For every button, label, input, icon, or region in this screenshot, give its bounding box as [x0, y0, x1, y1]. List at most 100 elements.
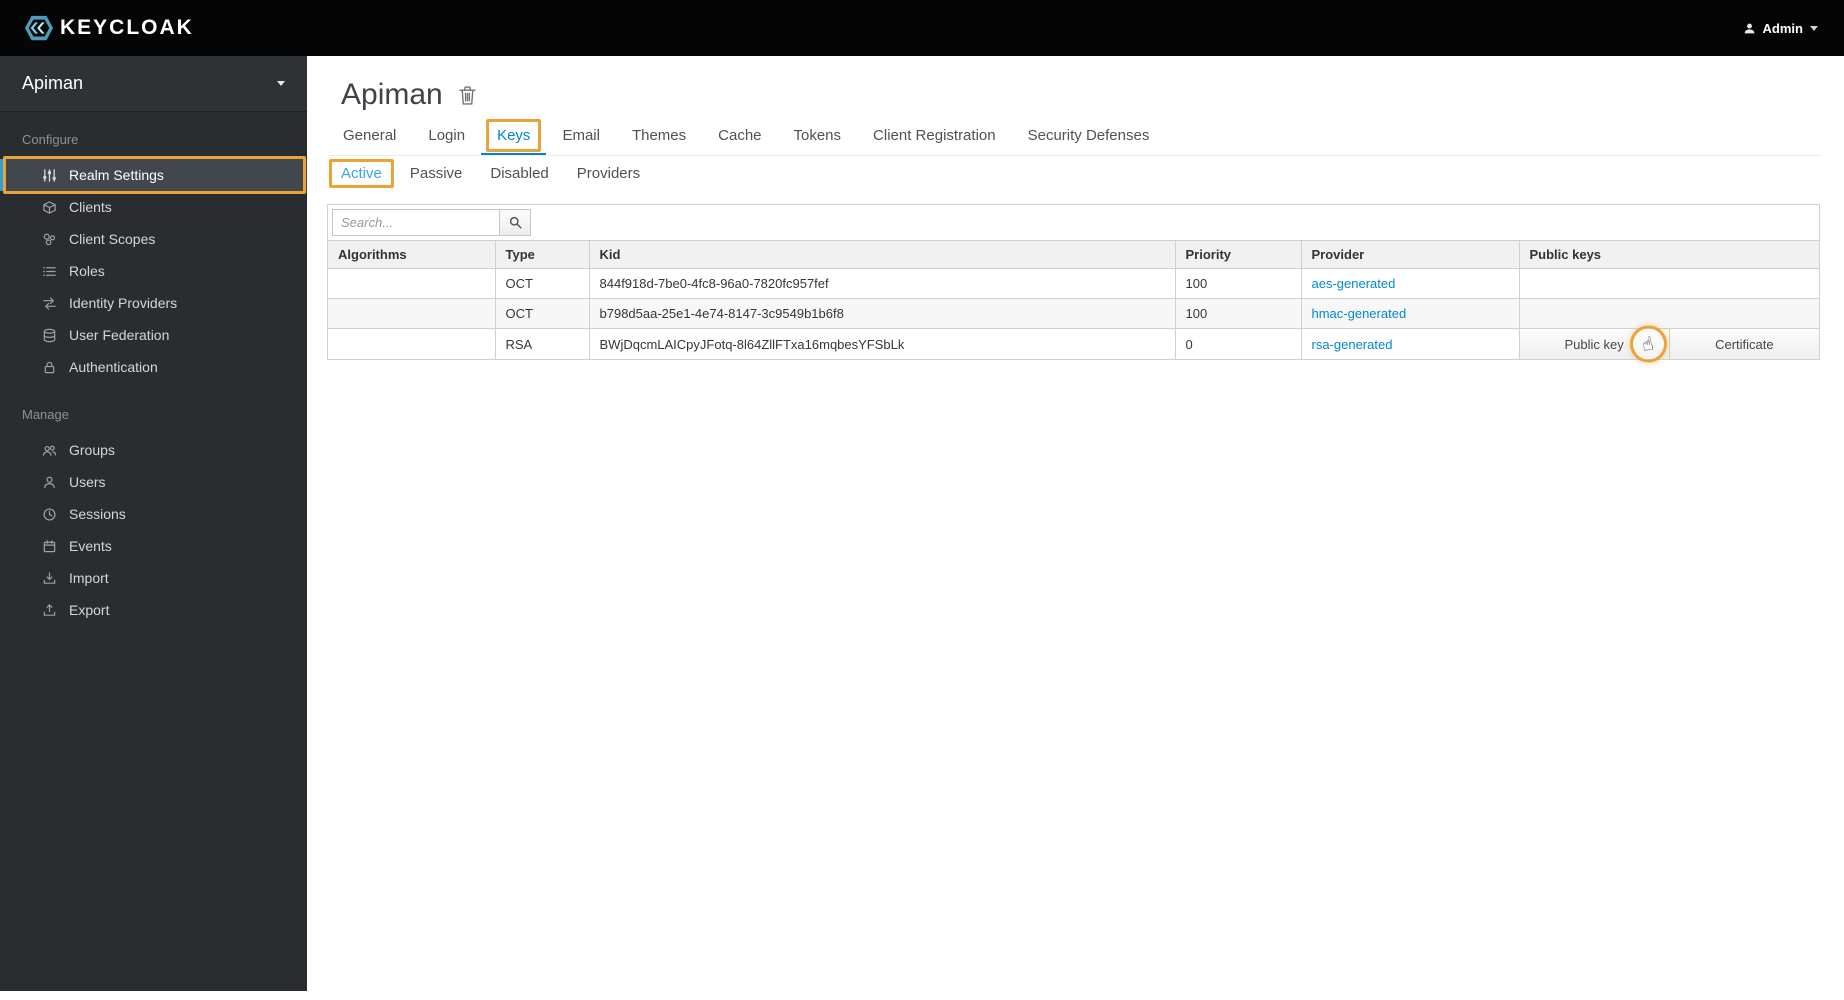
- subtab-label: Passive: [409, 165, 463, 182]
- main-content: Apiman General Login Keys Email Themes C…: [307, 56, 1844, 1000]
- certificate-button[interactable]: Certificate: [1668, 329, 1819, 359]
- topbar: KEYCLOAK Admin: [0, 0, 1844, 56]
- realm-name: Apiman: [22, 73, 84, 93]
- subtab-disabled[interactable]: Disabled: [476, 159, 562, 188]
- user-icon: [44, 476, 55, 488]
- cell-algorithms: [328, 328, 496, 359]
- sidebar-item-sessions[interactable]: Sessions: [0, 498, 307, 530]
- provider-link[interactable]: aes-generated: [1312, 276, 1396, 291]
- search-input[interactable]: [332, 209, 500, 236]
- col-header-kid: Kid: [588, 240, 1176, 269]
- sidebar-item-events[interactable]: Events: [0, 530, 307, 562]
- provider-link[interactable]: rsa-generated: [1312, 337, 1393, 352]
- sidebar-item-label: Sessions: [69, 506, 126, 522]
- sidebar-item-roles[interactable]: Roles: [0, 255, 307, 287]
- tab-email[interactable]: Email: [546, 118, 616, 155]
- subtab-label: Disabled: [490, 165, 549, 182]
- cell-priority: 100: [1174, 268, 1302, 299]
- sidebar-item-label: Client Scopes: [69, 231, 156, 247]
- cell-algorithms: [328, 268, 496, 299]
- cell-type: OCT: [494, 298, 590, 329]
- sidebar-item-label: Import: [69, 570, 109, 586]
- sidebar-item-label: Groups: [69, 442, 115, 458]
- user-icon: [1744, 23, 1754, 33]
- user-menu[interactable]: Admin: [1743, 21, 1818, 36]
- section-title-manage: Manage: [22, 407, 69, 422]
- cell-provider: rsa-generated: [1300, 328, 1520, 359]
- cube-icon: [43, 200, 56, 214]
- sidebar-item-identity-providers[interactable]: Identity Providers: [0, 287, 307, 319]
- sidebar-item-label: Roles: [69, 263, 105, 279]
- keycloak-logo-icon: [24, 15, 54, 41]
- realm-tabs: General Login Keys Email Themes Cache To…: [327, 118, 1820, 156]
- public-key-button[interactable]: Public key ☝: [1519, 325, 1669, 363]
- provider-link[interactable]: hmac-generated: [1312, 306, 1407, 321]
- sidebar-item-realm-settings[interactable]: Realm Settings: [0, 156, 307, 194]
- col-header-priority: Priority: [1174, 240, 1302, 269]
- sidebar-item-label: Identity Providers: [69, 295, 178, 311]
- tab-label: Tokens: [793, 127, 842, 144]
- col-header-type: Type: [494, 240, 590, 269]
- certificate-button-label: Certificate: [1715, 336, 1774, 352]
- table-header-row: Algorithms Type Kid Priority Provider Pu…: [328, 240, 1819, 269]
- subtab-passive[interactable]: Passive: [396, 159, 477, 188]
- tab-label: Keys: [497, 127, 531, 144]
- database-icon: [43, 328, 56, 342]
- public-key-actions: Public key ☝ Certificate: [1519, 325, 1819, 363]
- subtab-label: Providers: [576, 165, 641, 182]
- sidebar-item-label: Authentication: [69, 359, 158, 375]
- col-header-public-keys: Public keys: [1518, 240, 1819, 269]
- sidebar-item-label: Clients: [69, 199, 112, 215]
- tab-login[interactable]: Login: [412, 118, 481, 155]
- sidebar-item-user-federation[interactable]: User Federation: [0, 319, 307, 351]
- tab-security-defenses[interactable]: Security Defenses: [1012, 118, 1166, 155]
- sidebar-item-client-scopes[interactable]: Client Scopes: [0, 223, 307, 255]
- clock-icon: [43, 507, 56, 521]
- cell-public-keys: Public key ☝ Certificate: [1518, 325, 1819, 363]
- tab-themes[interactable]: Themes: [616, 118, 702, 155]
- col-header-algorithms: Algorithms: [328, 240, 496, 269]
- tab-keys[interactable]: Keys: [481, 118, 547, 155]
- table-row: OCT 844f918d-7be0-4fc8-96a0-7820fc957fef…: [328, 268, 1819, 299]
- sidebar-item-label: Users: [69, 474, 106, 490]
- import-icon: [43, 571, 56, 584]
- cell-provider: aes-generated: [1300, 268, 1520, 299]
- sidebar-item-label: Export: [69, 602, 110, 618]
- table-row: RSA BWjDqcmLAICpyJFotq-8l64ZllFTxa16mqbe…: [328, 325, 1819, 363]
- lock-icon: [44, 361, 55, 373]
- realm-selector[interactable]: Apiman: [0, 56, 307, 112]
- sidebar-item-groups[interactable]: Groups: [0, 434, 307, 466]
- sidebar-item-export[interactable]: Export: [0, 594, 307, 626]
- keys-subtabs: Active Passive Disabled Providers: [327, 159, 1844, 188]
- delete-realm-button[interactable]: [457, 84, 478, 110]
- keys-table: Algorithms Type Kid Priority Provider Pu…: [328, 240, 1819, 363]
- tab-general[interactable]: General: [327, 118, 412, 155]
- hand-cursor-icon: ☝: [1640, 332, 1656, 357]
- search-icon: [509, 216, 522, 229]
- subtab-providers[interactable]: Providers: [563, 159, 654, 188]
- tab-client-registration[interactable]: Client Registration: [857, 118, 1012, 155]
- tab-cache[interactable]: Cache: [702, 118, 777, 155]
- cell-provider: hmac-generated: [1300, 298, 1520, 329]
- sidebar-item-clients[interactable]: Clients: [0, 191, 307, 223]
- search-button[interactable]: [500, 209, 531, 236]
- tab-label: Cache: [718, 127, 762, 144]
- search-group: [332, 209, 1815, 236]
- tab-label: Login: [428, 127, 466, 144]
- chevron-down-icon: [277, 81, 285, 86]
- subtab-active[interactable]: Active: [327, 159, 396, 188]
- cell-type: RSA: [494, 328, 590, 359]
- col-header-provider: Provider: [1300, 240, 1520, 269]
- sidebar: Apiman Configure Realm Settings Clients …: [0, 56, 307, 991]
- tab-label: Client Registration: [873, 127, 996, 144]
- brand-text: KEYCLOAK: [60, 16, 194, 39]
- users-icon: [42, 445, 57, 456]
- cell-type: OCT: [494, 268, 590, 299]
- tab-tokens[interactable]: Tokens: [778, 118, 858, 155]
- sidebar-item-label: User Federation: [69, 327, 170, 343]
- sidebar-item-import[interactable]: Import: [0, 562, 307, 594]
- sidebar-item-label: Events: [69, 538, 112, 554]
- sidebar-item-users[interactable]: Users: [0, 466, 307, 498]
- list-icon: [43, 266, 56, 276]
- sidebar-item-authentication[interactable]: Authentication: [0, 351, 307, 383]
